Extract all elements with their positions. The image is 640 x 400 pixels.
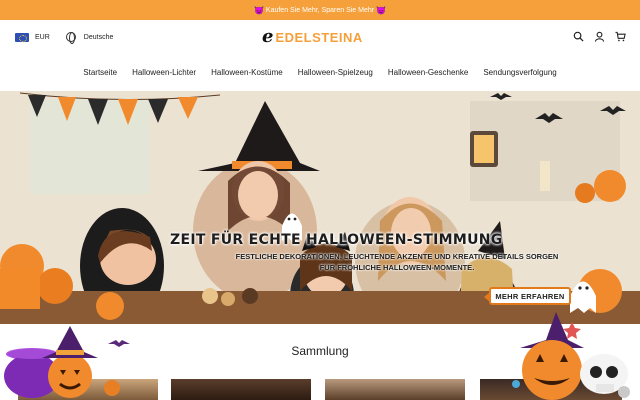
devil-emoji-icon: 😈	[376, 5, 387, 15]
user-icon[interactable]	[594, 31, 605, 42]
nav-item-halloween-geschenke[interactable]: Halloween-Geschenke	[388, 62, 469, 84]
search-icon[interactable]	[573, 31, 584, 42]
collection-item[interactable]	[325, 379, 465, 400]
language-selector[interactable]: Deutsche	[84, 34, 114, 41]
hero-subtitle: FESTLICHE DEKORATIONEN, LEUCHTENDE AKZEN…	[235, 252, 559, 272]
collection-item[interactable]	[171, 379, 311, 400]
hero-title: ZEIT FÜR ECHTE HALLOWEEN-STIMMUNG	[170, 232, 503, 248]
logo-text: EDELSTEINA	[275, 29, 363, 45]
site-logo[interactable]: e EDELSTEINA	[262, 28, 363, 46]
nav-item-halloween-lichter[interactable]: Halloween-Lichter	[132, 62, 196, 84]
currency-selector[interactable]: EUR	[35, 34, 50, 41]
main-nav: Startseite Halloween-Lichter Halloween-K…	[0, 62, 640, 84]
announcement-bar: 😈 Kaufen Sie Mehr, Sparen Sie Mehr 😈	[0, 0, 640, 20]
nav-item-sendungsverfolgung[interactable]: Sendungsverfolgung	[483, 62, 556, 84]
announcement-text: Kaufen Sie Mehr, Sparen Sie Mehr	[265, 6, 375, 14]
nav-item-halloween-spielzeug[interactable]: Halloween-Spielzeug	[298, 62, 373, 84]
locale-selectors: EUR Deutsche	[15, 32, 114, 44]
learn-more-button[interactable]: MEHR ERFAHREN	[484, 287, 571, 305]
eu-flag-icon	[15, 32, 29, 42]
globe-icon	[65, 32, 76, 44]
cart-icon[interactable]	[615, 31, 626, 42]
nav-item-startseite[interactable]: Startseite	[83, 62, 117, 84]
page: 😈 Kaufen Sie Mehr, Sparen Sie Mehr 😈 EUR…	[0, 0, 640, 400]
pumpkin-skull-decoration-icon	[512, 312, 630, 400]
nav-item-halloween-kostueme[interactable]: Halloween-Kostüme	[211, 62, 283, 84]
header-actions	[573, 31, 626, 42]
logo-mark: e	[262, 26, 274, 47]
devil-emoji-icon: 😈	[253, 5, 264, 15]
witch-cauldron-decoration-icon	[4, 326, 130, 398]
site-header: EUR Deutsche e EDELSTEINA	[0, 20, 640, 56]
